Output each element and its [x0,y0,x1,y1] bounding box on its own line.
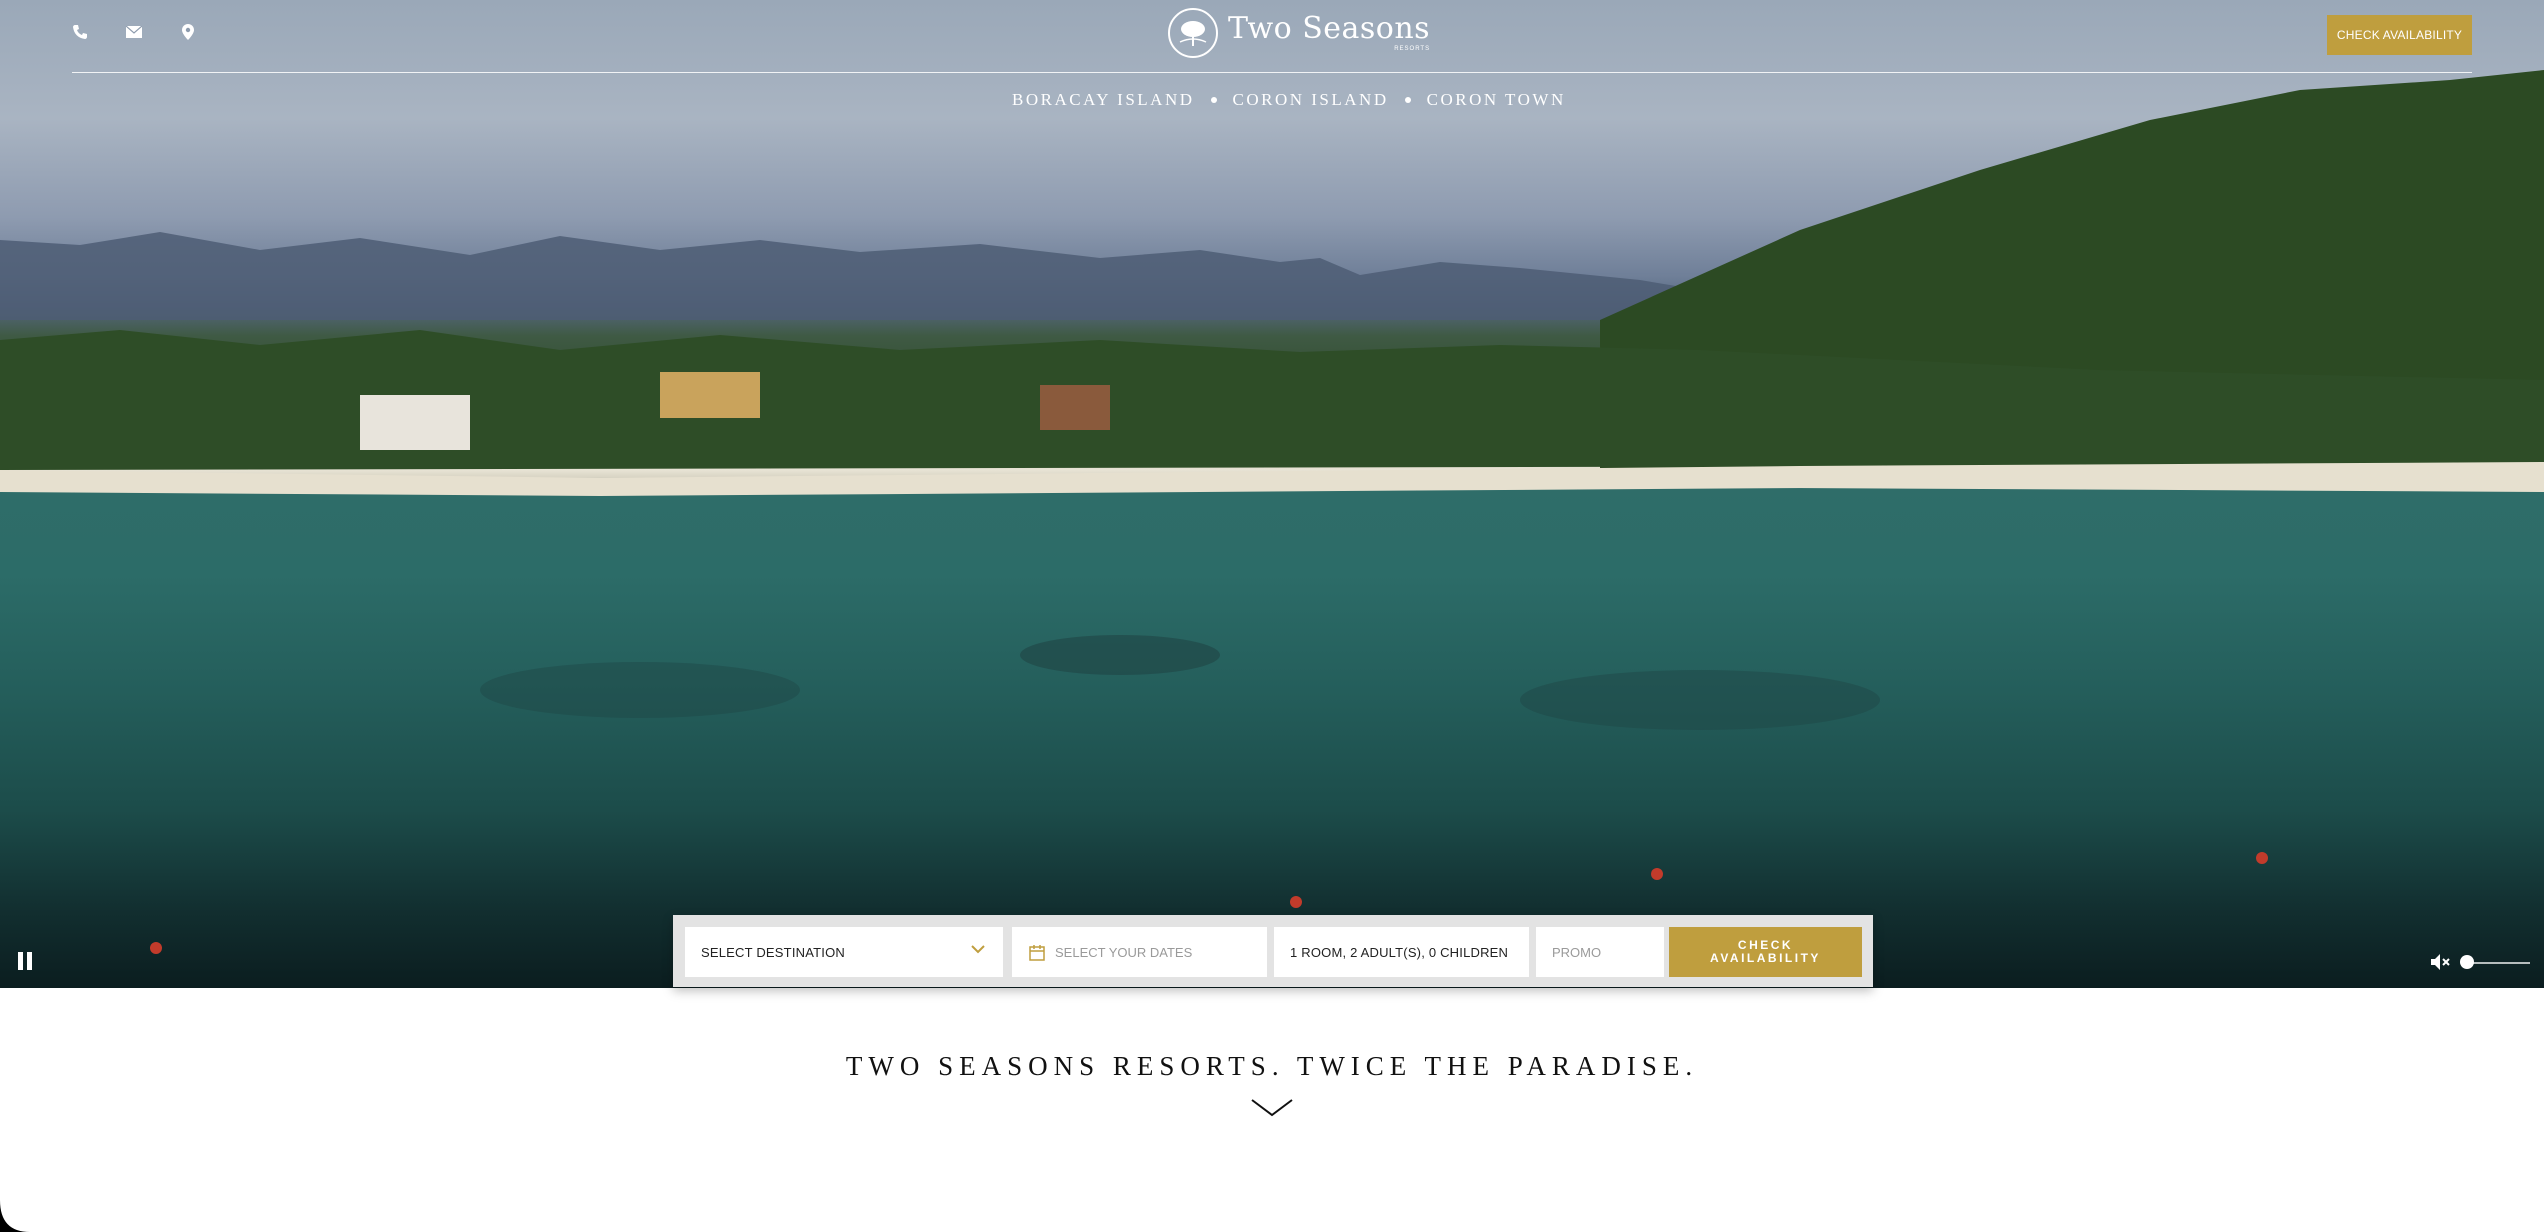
volume-slider-track[interactable] [2466,962,2530,964]
scroll-down-chevron-icon[interactable] [1251,1098,1293,1118]
nav-link-coron-island[interactable]: CORON ISLAND [1233,90,1389,110]
hero-background-scene [0,70,2544,954]
logo-text: Two Seasons [1228,11,1431,46]
page-tagline: TWO SEASONS RESORTS. TWICE THE PARADISE. [845,1051,1699,1081]
chevron-down-icon [971,945,985,954]
corner-decoration [0,1200,30,1232]
muted-speaker-icon[interactable] [2430,953,2452,971]
contact-icons [70,22,198,42]
nav-link-coron-town[interactable]: CORON TOWN [1427,90,1566,110]
booking-submit-label-line2: AVAILABILITY [1710,951,1821,965]
pause-icon[interactable] [18,952,34,970]
volume-slider-handle[interactable] [2460,955,2474,969]
booking-bar: SELECT DESTINATION SELECT YOUR DATES 1 R… [673,915,1873,987]
destination-select-value: SELECT DESTINATION [701,944,845,960]
destination-nav: BORACAY ISLAND CORON ISLAND CORON TOWN [1012,90,1566,110]
location-pin-icon[interactable] [178,22,198,42]
logo-tree-icon [1168,8,1218,58]
header-check-availability-button[interactable]: CHECK AVAILABILITY [2327,15,2472,55]
hero-video: Two Seasons RESORTS CHECK AVAILABILITY B… [0,0,2544,988]
mail-icon[interactable] [124,22,144,42]
date-picker-placeholder: SELECT YOUR DATES [1055,944,1193,960]
logo-subtext: RESORTS [1394,46,1431,52]
phone-icon[interactable] [70,22,90,42]
date-picker-field[interactable]: SELECT YOUR DATES [1012,927,1267,977]
nav-separator-dot [1404,97,1411,103]
logo[interactable]: Two Seasons RESORTS [1168,8,1430,58]
calendar-icon [1029,944,1045,961]
destination-select[interactable]: SELECT DESTINATION [685,927,1003,977]
header-divider [72,72,2472,73]
promo-code-placeholder: PROMO [1552,944,1602,960]
nav-separator-dot [1210,97,1217,103]
rooms-guests-field[interactable]: 1 ROOM, 2 ADULT(S), 0 CHILDREN [1274,927,1529,977]
booking-check-availability-button[interactable]: CHECK AVAILABILITY [1669,927,1862,977]
rooms-guests-value: 1 ROOM, 2 ADULT(S), 0 CHILDREN [1290,944,1509,960]
nav-link-boracay-island[interactable]: BORACAY ISLAND [1012,90,1195,110]
promo-code-input[interactable]: PROMO [1536,927,1664,977]
